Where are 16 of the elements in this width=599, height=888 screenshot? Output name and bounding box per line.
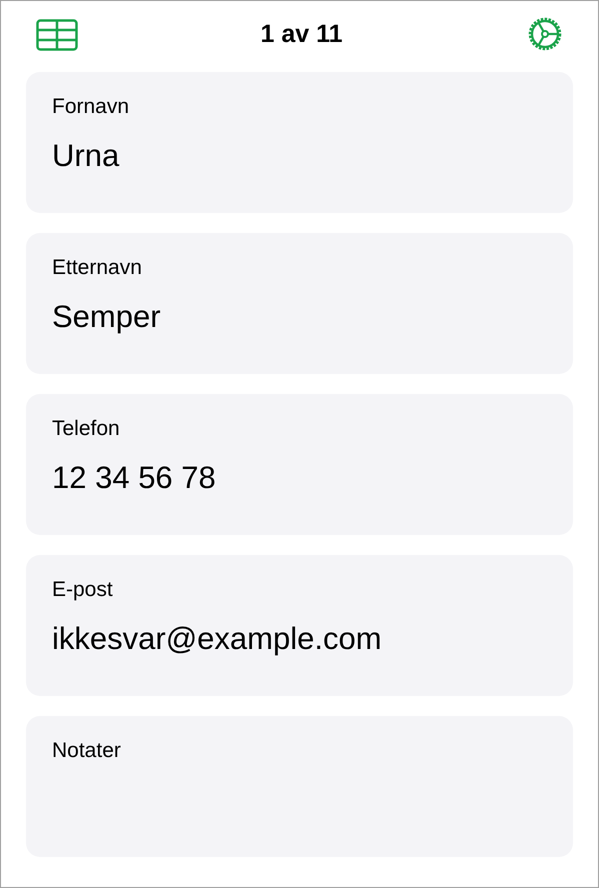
field-label: Telefon xyxy=(52,417,121,441)
field-value: 12 34 56 78 xyxy=(52,460,217,496)
field-label: E-post xyxy=(52,578,114,602)
record-counter: 1 av 11 xyxy=(260,20,343,49)
field-card[interactable]: Etternavn Semper xyxy=(26,233,573,374)
field-card[interactable]: Fornavn Urna xyxy=(26,72,573,213)
field-label: Etternavn xyxy=(52,256,143,280)
field-value: Urna xyxy=(52,138,120,174)
field-card[interactable]: E-post ikkesvar@example.com xyxy=(26,555,573,696)
field-value: ikkesvar@example.com xyxy=(52,621,383,657)
field-card[interactable]: Telefon 12 34 56 78 xyxy=(26,394,573,535)
field-label: Fornavn xyxy=(52,95,130,119)
table-icon[interactable] xyxy=(36,18,78,50)
field-label: Notater xyxy=(52,739,122,763)
field-value: Semper xyxy=(52,299,162,335)
field-card[interactable]: Notater xyxy=(26,716,573,857)
